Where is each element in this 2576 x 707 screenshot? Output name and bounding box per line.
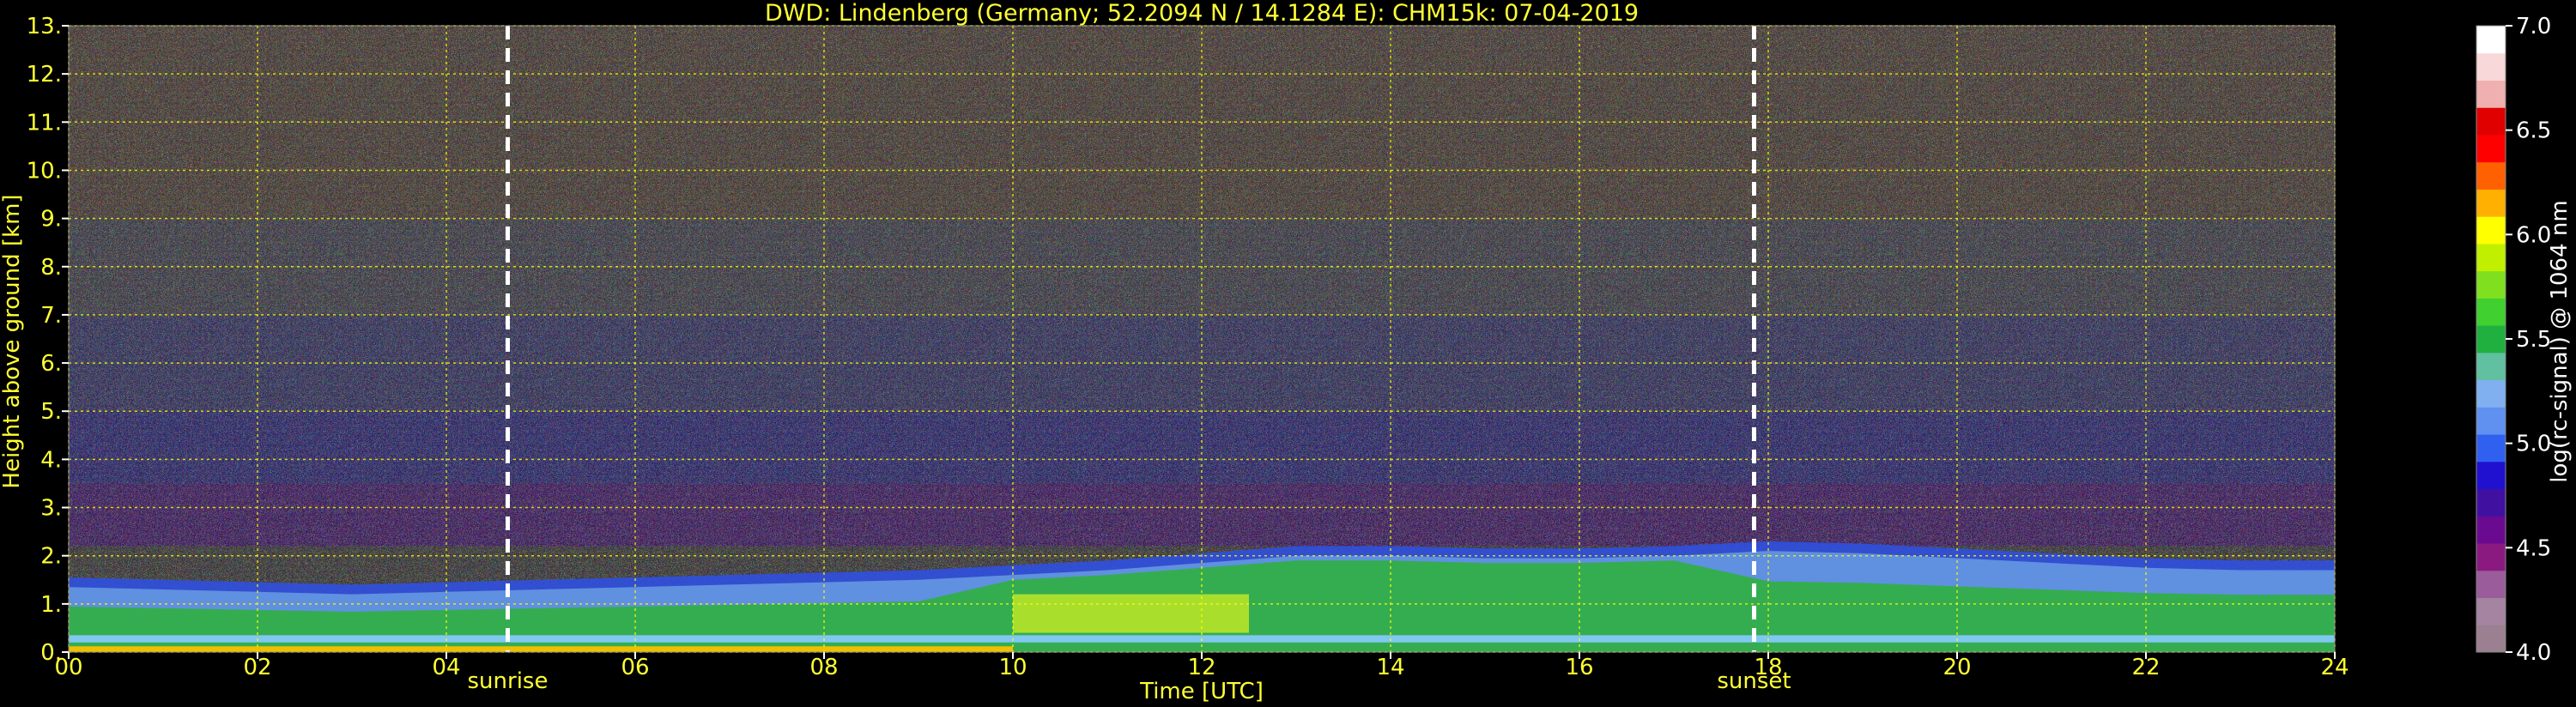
colorbar-tick-label: 6.5 [2516,118,2551,144]
x-tick-label: 24 [2320,655,2349,680]
colorbar-segment [2476,325,2506,354]
colorbar-segment [2476,52,2506,81]
colorbar-label: log(rc-signal) @ 1064 nm [2547,200,2573,482]
colorbar-segment [2476,543,2506,571]
colorbar-segment [2476,488,2506,517]
x-tick-label: 02 [243,655,271,680]
colorbar-segment [2476,570,2506,599]
y-tick-label: 8. [40,255,62,281]
x-axis-label: Time [UTC] [1139,679,1264,704]
colorbar-segment [2476,461,2506,490]
x-tick-label: 08 [809,655,838,680]
plot-area [68,25,2336,653]
y-tick-label: 3. [40,496,62,522]
colorbar-segment [2476,516,2506,544]
y-tick-label: 13. [27,14,62,39]
colorbar-segment [2476,298,2506,326]
chart-title: DWD: Lindenberg (Germany; 52.2094 N / 14… [765,0,1639,27]
y-tick-label: 1. [40,592,62,618]
surface-layer [69,646,1013,652]
y-tick-label: 4. [40,447,62,473]
y-tick-label: 6. [40,351,62,377]
colorbar-segment [2476,107,2506,136]
x-tick-label: 22 [2131,655,2160,680]
x-tick-label: 12 [1187,655,1215,680]
colorbar-tick-label: 4.0 [2516,640,2551,666]
x-tick-label: 14 [1376,655,1404,680]
x-tick-label: 16 [1565,655,1593,680]
colorbar-segment [2476,80,2506,108]
colorbar-tick-label: 4.5 [2516,535,2551,561]
x-tick-label: 10 [998,655,1027,680]
y-axis-label: Height above ground [km] [0,194,25,488]
y-tick-label: 5. [40,399,62,425]
y-tick-label: 0. [40,640,62,666]
x-tick-label: 04 [432,655,460,680]
colorbar-segment [2476,189,2506,217]
x-tick-label: 06 [621,655,649,680]
y-tick-label: 12. [27,62,62,88]
x-tick-label: 20 [1943,655,1971,680]
colorbar-segment [2476,26,2506,54]
lidar-quicklook-chart: DWD: Lindenberg (Germany; 52.2094 N / 14… [0,0,2576,707]
annotation-sunrise-label: sunrise [468,668,549,694]
colorbar-segment [2476,379,2506,408]
colorbar-segment [2476,161,2506,190]
colorbar-segment [2476,597,2506,625]
colorbar-segment [2476,625,2506,653]
y-tick-label: 2. [40,544,62,570]
y-tick-label: 7. [40,303,62,329]
colorbar-segment [2476,216,2506,245]
colorbar-segment [2476,407,2506,435]
colorbar-tick-label: 7.0 [2516,14,2551,39]
y-tick-label: 9. [40,207,62,233]
colorbar-segment [2476,270,2506,299]
annotation-sunset-label: sunset [1717,668,1791,694]
colorbar-segment [2476,243,2506,272]
colorbar-segment [2476,352,2506,381]
colorbar-segment [2476,134,2506,163]
colorbar-segment [2476,434,2506,462]
convective-plume [1013,594,1249,633]
y-tick-label: 11. [27,110,62,136]
y-tick-label: 10. [27,158,62,184]
